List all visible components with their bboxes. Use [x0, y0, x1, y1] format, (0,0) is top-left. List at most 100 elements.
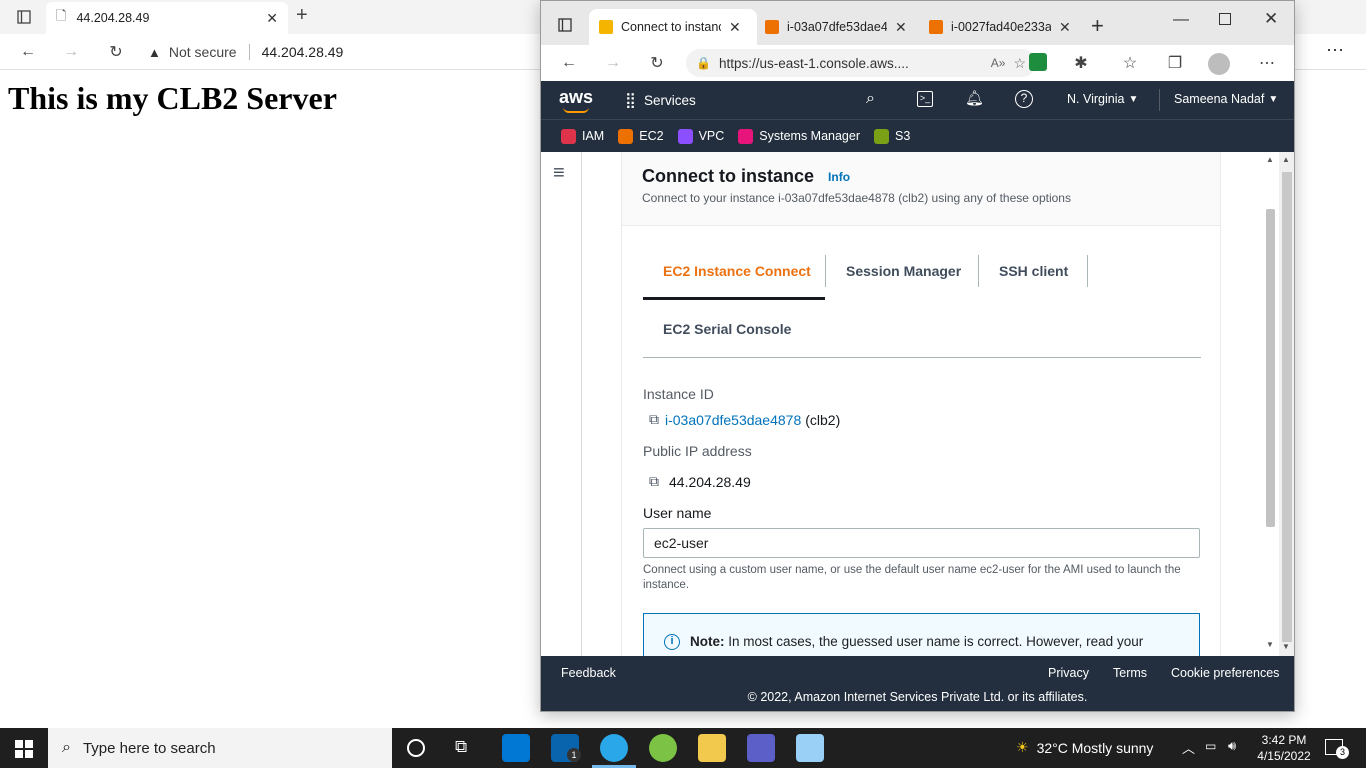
scroll-down-icon[interactable]: ▼	[1282, 642, 1290, 651]
refresh-button[interactable]: ↻	[102, 38, 130, 66]
windows-taskbar: ⌕ Type here to search ⧉ 1 ☀ 32°C Mostly …	[0, 728, 1366, 768]
volume-icon[interactable]: 🔊︎	[1228, 738, 1236, 754]
back-button[interactable]: ←	[14, 38, 42, 66]
close-window-button[interactable]: ✕	[1264, 9, 1278, 29]
clock[interactable]: 3:42 PM 4/15/2022	[1254, 732, 1314, 764]
address-bar[interactable]: 🔒 https://us-east-1.console.aws.... A» ☆	[686, 49, 1036, 77]
divider	[248, 44, 250, 60]
fav-vpc[interactable]: VPC	[677, 128, 724, 144]
tab-session-manager[interactable]: Session Manager	[846, 263, 961, 279]
search-icon[interactable]: ⌕	[866, 90, 875, 108]
windows-start-icon[interactable]	[15, 740, 33, 758]
tab-instance-1[interactable]: i-03a07dfe53dae4 ✕	[755, 9, 919, 45]
forward-button[interactable]: →	[599, 49, 627, 77]
address-bar[interactable]: ▲ Not secure 44.204.28.49	[148, 40, 343, 64]
notification-count: 3	[1336, 746, 1349, 759]
sun-icon: ☀	[1016, 739, 1029, 755]
scrollbar-thumb[interactable]	[1282, 172, 1292, 642]
close-icon[interactable]: ✕	[266, 10, 278, 27]
scroll-down-icon[interactable]: ▼	[1266, 640, 1274, 649]
vpc-icon	[677, 128, 693, 144]
copy-icon[interactable]: ⧉	[649, 411, 659, 428]
scrollbar-thumb[interactable]	[1266, 209, 1275, 527]
tab-label: Connect to instanc	[621, 20, 721, 34]
tab-actions-icon[interactable]	[10, 3, 38, 31]
edge-tabbar: Connect to instanc ✕ i-03a07dfe53dae4 ✕ …	[541, 1, 1294, 45]
fav-s3[interactable]: S3	[874, 128, 910, 144]
tab-label: i-03a07dfe53dae4	[787, 20, 887, 34]
scroll-up-icon[interactable]: ▲	[1266, 155, 1274, 164]
tab-connect-instance[interactable]: Connect to instanc ✕	[589, 9, 757, 45]
read-aloud-icon[interactable]: A»	[991, 56, 1006, 70]
more-icon[interactable]: ⋯	[1253, 49, 1281, 77]
cookie-preferences-link[interactable]: Cookie preferences	[1171, 666, 1279, 680]
close-icon[interactable]: ✕	[1059, 19, 1071, 36]
bell-icon[interactable]: 🔔︎	[965, 89, 984, 107]
tab-ssh-client[interactable]: SSH client	[999, 263, 1068, 279]
info-link[interactable]: Info	[828, 170, 850, 184]
privacy-link[interactable]: Privacy	[1048, 666, 1089, 680]
tab-actions-icon[interactable]	[551, 11, 579, 39]
tab-instance-2[interactable]: i-0027fad40e233a ✕	[919, 9, 1083, 45]
feedback-link[interactable]: Feedback	[561, 666, 616, 680]
minimize-button[interactable]: —	[1173, 11, 1189, 29]
instance-id-label: Instance ID	[643, 386, 714, 402]
favorite-add-icon[interactable]: ☆	[1013, 55, 1026, 72]
s3-icon	[874, 128, 889, 144]
copy-icon[interactable]: ⧉	[649, 473, 659, 490]
instance-id-link[interactable]: i-03a07dfe53dae4878	[665, 412, 801, 428]
mail-icon[interactable]: 1	[551, 734, 581, 762]
edge-icon[interactable]	[600, 734, 628, 762]
tab-ec2-instance-connect[interactable]: EC2 Instance Connect	[663, 263, 811, 279]
new-tab-button[interactable]: +	[1091, 13, 1104, 39]
scroll-up-icon[interactable]: ▲	[1282, 155, 1290, 164]
cloudshell-icon[interactable]: >_	[917, 91, 933, 107]
aws-logo[interactable]: aws	[559, 87, 593, 108]
close-icon[interactable]: ✕	[729, 19, 741, 36]
inner-scrollbar[interactable]: ▲ ▼	[1279, 152, 1294, 656]
services-menu[interactable]: ⣿ Services	[625, 91, 696, 109]
account-menu[interactable]: Sameena Nadaf ▼	[1174, 92, 1278, 106]
collections-icon[interactable]: ❐	[1161, 49, 1189, 77]
back-button[interactable]: ←	[555, 49, 583, 77]
favorites-icon[interactable]: ☆	[1116, 49, 1144, 77]
fav-iam[interactable]: IAM	[561, 128, 604, 144]
task-view-icon[interactable]: ⧉	[455, 737, 467, 757]
tab-ec2-serial-console[interactable]: EC2 Serial Console	[663, 321, 791, 337]
close-icon[interactable]: ✕	[895, 19, 907, 36]
fav-systems-manager[interactable]: Systems Manager	[738, 128, 860, 144]
more-icon[interactable]: ⋯	[1326, 40, 1344, 61]
notifications-icon[interactable]: 3	[1325, 739, 1349, 759]
chevron-up-icon[interactable]: ︿	[1182, 738, 1195, 757]
terms-link[interactable]: Terms	[1113, 666, 1147, 680]
refresh-button[interactable]: ↻	[643, 49, 671, 77]
systems-manager-icon	[738, 128, 754, 144]
forward-button[interactable]: →	[57, 38, 85, 66]
active-tab-indicator	[643, 297, 825, 300]
extension-icon[interactable]	[1029, 53, 1047, 71]
puzzle-icon[interactable]: ✱	[1067, 49, 1095, 77]
region-selector[interactable]: N. Virginia ▼	[1067, 92, 1138, 106]
new-tab-button[interactable]: +	[296, 4, 308, 27]
battery-icon[interactable]: ▭	[1205, 739, 1216, 753]
weather-widget[interactable]: ☀ 32°C Mostly sunny	[1016, 739, 1153, 756]
edge-window: Connect to instanc ✕ i-03a07dfe53dae4 ✕ …	[540, 0, 1295, 712]
profile-avatar[interactable]	[1208, 53, 1230, 75]
note-text: In most cases, the guessed user name is …	[728, 634, 1144, 649]
username-input[interactable]: ec2-user	[643, 528, 1200, 558]
taskbar-search[interactable]: ⌕ Type here to search	[48, 728, 392, 768]
maximize-button[interactable]	[1219, 13, 1231, 25]
bg-tab-active[interactable]: 🗋 44.204.28.49 ✕	[46, 2, 288, 34]
cortana-icon[interactable]	[407, 739, 425, 757]
teams-icon[interactable]	[747, 734, 775, 762]
hamburger-menu-icon[interactable]: ≡	[553, 162, 565, 185]
edge-toolbar: ← → ↻ 🔒 https://us-east-1.console.aws...…	[541, 45, 1294, 81]
outer-scrollbar[interactable]: ▲ ▼	[1263, 152, 1278, 656]
app-blue-icon[interactable]	[796, 734, 824, 762]
file-explorer-icon[interactable]	[698, 734, 726, 762]
app-green-icon[interactable]	[649, 734, 677, 762]
fav-ec2[interactable]: EC2	[618, 128, 664, 144]
divider	[1159, 89, 1160, 111]
store-icon[interactable]	[502, 734, 530, 762]
help-icon[interactable]: ?	[1015, 90, 1033, 108]
